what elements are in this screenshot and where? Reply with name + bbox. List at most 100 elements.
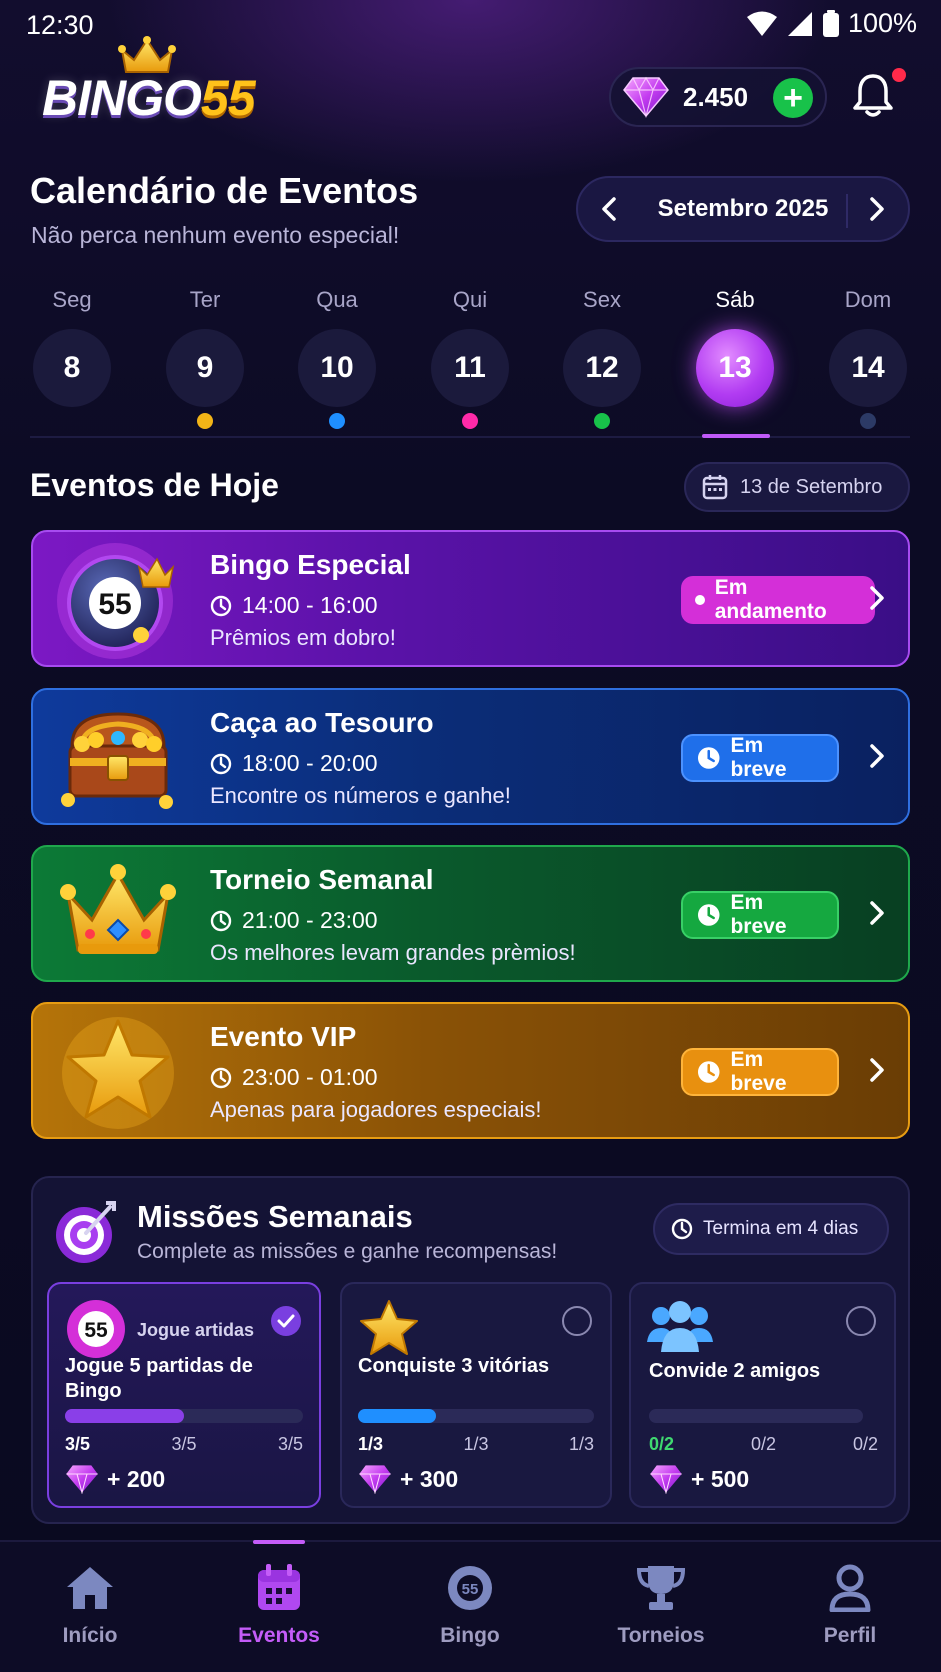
trophy-icon: [636, 1566, 686, 1610]
event-time: 18:00 - 20:00: [210, 750, 378, 777]
progress-label: 0/2: [852, 1434, 878, 1454]
missions-title: Missões Semanais: [137, 1199, 413, 1234]
event-title: Bingo Especial: [210, 549, 411, 580]
mission-reward-value: + 500: [691, 1465, 750, 1492]
chevron-right-icon[interactable]: [868, 742, 886, 770]
day-name: Seg: [52, 287, 92, 312]
calendar-subtitle: Não perca nenhum evento especial!: [31, 222, 400, 248]
event-dot: [64, 413, 80, 429]
day-sáb[interactable]: Sáb 13: [696, 287, 774, 429]
day-ter[interactable]: Ter 9: [166, 287, 244, 429]
mission-progress-labels: 0/2 0/2 0/2: [649, 1434, 878, 1455]
event-card-caca-ao-tesouro[interactable]: Caça ao Tesouro 18:00 - 20:00 Encontre o…: [31, 688, 910, 825]
status-badge: Em breve: [681, 734, 839, 782]
nav-label: Perfil: [823, 1624, 877, 1647]
chevron-right-icon[interactable]: [868, 584, 886, 612]
add-gems-button[interactable]: +: [773, 78, 813, 118]
gem-icon: [650, 1465, 682, 1494]
day-number: 13: [696, 329, 774, 407]
crown-icon: [60, 863, 176, 954]
battery-level: 100%: [847, 8, 917, 38]
event-card-bingo-especial[interactable]: 55 Bingo Especial 14:00 - 16:00 Prêmios …: [31, 530, 910, 667]
mission-card[interactable]: Convide 2 amigos 0/2 0/2 0/2 + 500: [629, 1282, 896, 1508]
event-title: Torneio Semanal: [210, 864, 434, 895]
mission-progress-labels: 1/3 1/3 1/3: [358, 1434, 594, 1455]
calendar-title: Calendário de Eventos: [30, 170, 419, 211]
chevron-right-icon[interactable]: [868, 899, 886, 927]
mission-reward: + 500: [649, 1464, 749, 1494]
day-number: 14: [829, 329, 907, 407]
gem-icon: [623, 76, 669, 118]
day-dom[interactable]: Dom 14: [829, 287, 907, 429]
mission-progress-bar: [65, 1409, 303, 1423]
home-icon: [67, 1567, 113, 1609]
selected-day-indicator: [702, 434, 770, 438]
day-number: 10: [298, 329, 376, 407]
gem-balance[interactable]: 2.450 +: [609, 67, 827, 127]
day-qui[interactable]: Qui 11: [431, 287, 509, 429]
progress-label: 1/3: [568, 1434, 594, 1454]
nav-label: Início: [62, 1624, 118, 1647]
nav-item-eventos[interactable]: Eventos: [219, 1560, 339, 1648]
event-card-torneio-semanal[interactable]: Torneio Semanal 21:00 - 23:00 Os melhore…: [31, 845, 910, 982]
status-badge-label: Em breve: [730, 1048, 787, 1095]
event-time-text: 18:00 - 20:00: [242, 750, 378, 776]
progress-label: 3/5: [65, 1434, 91, 1454]
status-icons: 100%: [746, 8, 917, 39]
mission-progress-bar: [358, 1409, 594, 1423]
nav-item-perfil[interactable]: Perfil: [790, 1560, 910, 1648]
mission-reward: + 300: [358, 1464, 458, 1494]
day-sex[interactable]: Sex 12: [563, 287, 641, 429]
live-dot-icon: [695, 595, 705, 605]
status-badge-label: Em andamento: [714, 576, 827, 623]
chevron-left-icon[interactable]: [600, 196, 618, 222]
month-selector: Setembro 2025: [576, 176, 910, 242]
bingo-ball-55-icon: 55: [57, 542, 175, 659]
mission-card[interactable]: Conquiste 3 vitórias 1/3 1/3 1/3 + 300: [340, 1282, 612, 1508]
clock-filled-icon: [697, 1061, 720, 1083]
mission-progress-fill: [358, 1409, 436, 1423]
event-dot: [329, 413, 345, 429]
status-badge-label: Em breve: [730, 734, 787, 781]
bingo-ball-icon: 55: [448, 1566, 492, 1610]
event-dot: [727, 413, 743, 429]
day-qua[interactable]: Qua 10: [298, 287, 376, 429]
nav-label: Eventos: [238, 1624, 320, 1647]
nav-item-bingo[interactable]: 55 Bingo: [410, 1560, 530, 1648]
mission-text: Convide 2 amigos: [649, 1360, 821, 1382]
progress-label: 1/3: [358, 1434, 384, 1454]
calendar-icon: [258, 1564, 300, 1610]
mission-text: Jogue 5 partidas de Bingo: [65, 1355, 253, 1402]
event-dot: [462, 413, 478, 429]
bingo-ball-icon: 55: [67, 1300, 125, 1358]
today-date-pill[interactable]: 13 de Setembro: [684, 462, 910, 512]
status-badge-label: Em breve: [730, 891, 787, 938]
chevron-right-icon[interactable]: [868, 196, 886, 222]
status-badge: Em breve: [681, 1048, 839, 1096]
target-icon: [56, 1201, 116, 1263]
progress-label: 0/2: [750, 1434, 777, 1454]
completed-check-icon: [271, 1306, 301, 1336]
nav-item-inicio[interactable]: Início: [30, 1560, 150, 1648]
mission-card[interactable]: 55 Jogue artidas Jogue 5 partidas de Bin…: [47, 1282, 321, 1508]
chevron-right-icon[interactable]: [868, 1056, 886, 1084]
clock-filled-icon: [697, 904, 720, 926]
missions-deadline: Termina em 4 dias: [653, 1203, 889, 1255]
missions-deadline-text: Termina em 4 dias: [703, 1218, 859, 1239]
event-card-evento-vip[interactable]: Evento VIP 23:00 - 01:00 Apenas para jog…: [31, 1002, 910, 1139]
active-tab-indicator: [253, 1540, 305, 1544]
event-thumbnail: [33, 690, 203, 823]
notification-bell-icon[interactable]: [852, 72, 894, 118]
mission-reward-value: + 300: [400, 1465, 459, 1492]
progress-label: 0/2: [649, 1434, 675, 1454]
svg-text:55: 55: [462, 1581, 479, 1598]
today-events-title: Eventos de Hoje: [30, 467, 279, 503]
signal-icon: [787, 11, 812, 36]
mission-reward-value: + 200: [107, 1465, 166, 1492]
day-seg[interactable]: Seg 8: [33, 287, 111, 429]
nav-item-torneios[interactable]: Torneios: [601, 1560, 721, 1648]
event-time: 23:00 - 01:00: [210, 1064, 378, 1091]
clock-icon: [210, 910, 232, 931]
star-icon: [62, 1016, 174, 1129]
nav-label: Torneios: [617, 1624, 705, 1647]
